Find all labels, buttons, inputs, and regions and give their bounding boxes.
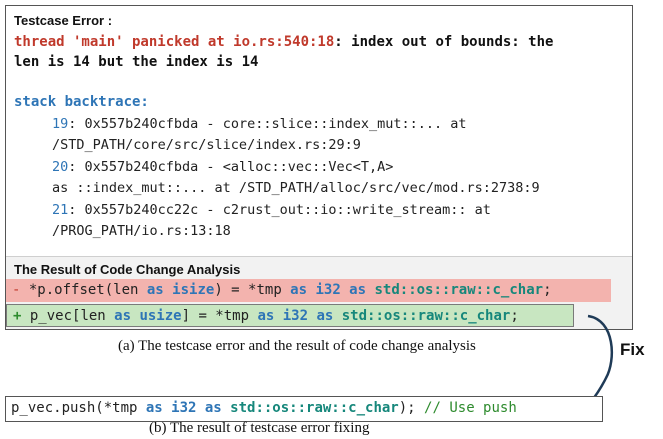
code-token: );	[398, 400, 425, 416]
code-token: p_vec[len	[21, 308, 115, 324]
type-token: usize	[131, 308, 182, 324]
keyword-token: as	[196, 400, 222, 416]
panel-testcase-error: Testcase Error : thread 'main' panicked …	[5, 5, 633, 330]
error-heading: Testcase Error :	[14, 13, 113, 28]
code-token: ] = *tmp	[181, 308, 258, 324]
panic-message-line1: thread 'main' panicked at io.rs:540:18: …	[14, 34, 553, 50]
type-token: i32	[274, 308, 309, 324]
code-token: ;	[510, 308, 519, 324]
backtrace-title: stack backtrace:	[14, 94, 149, 110]
caption-b: (b) The result of testcase error fixing	[149, 420, 370, 436]
caption-a: (a) The testcase error and the result of…	[118, 338, 476, 354]
keyword-token: as	[340, 282, 367, 298]
fix-label: Fix	[620, 340, 645, 359]
type-token: std::os::raw::c_char	[333, 308, 511, 324]
code-token: ) = *tmp	[214, 282, 291, 298]
backtrace-frame: 19: 0x557b240cfbda - core::slice::index_…	[52, 116, 467, 132]
keyword-token: as	[308, 308, 334, 324]
type-token: std::os::raw::c_char	[366, 282, 544, 298]
error-section: Testcase Error : thread 'main' panicked …	[6, 6, 632, 256]
removed-line: - *p.offset(len as isize) = *tmp as i32 …	[6, 279, 611, 302]
code-token: p_vec.push(*tmp	[11, 400, 146, 416]
backtrace-frame: 20: 0x557b240cfbda - <alloc::vec::Vec<T,…	[52, 159, 393, 175]
frame-text: : 0x557b240cc22c - c2rust_out::io::write…	[68, 202, 491, 218]
panic-message-line2: len is 14 but the index is 14	[14, 54, 259, 70]
code-comment: // Use push	[424, 400, 517, 416]
type-token: i32	[307, 282, 341, 298]
keyword-token: as	[145, 400, 163, 416]
frame-text: : 0x557b240cfbda - core::slice::index_mu…	[68, 116, 467, 132]
added-line: + p_vec[len as usize] = *tmp as i32 as s…	[6, 304, 574, 327]
keyword-token: as	[114, 308, 132, 324]
panic-message-rest: : index out of bounds: the	[334, 34, 554, 50]
analysis-heading: The Result of Code Change Analysis	[14, 262, 241, 277]
backtrace-frame-path: as ::index_mut::... at /STD_PATH/alloc/s…	[52, 180, 540, 196]
panel-fixed-code: p_vec.push(*tmp as i32 as std::os::raw::…	[5, 396, 603, 422]
type-token: i32	[162, 400, 197, 416]
panic-location: thread 'main' panicked at io.rs:540:18	[14, 34, 335, 50]
frame-number: 21	[52, 202, 69, 218]
backtrace-frame-path: /PROG_PATH/io.rs:13:18	[52, 223, 231, 239]
code-token: *p.offset(len	[20, 282, 147, 298]
backtrace-frame: 21: 0x557b240cc22c - c2rust_out::io::wri…	[52, 202, 491, 218]
keyword-token: as	[146, 282, 164, 298]
frame-number: 20	[52, 159, 69, 175]
frame-number: 19	[52, 116, 69, 132]
keyword-token: as	[290, 282, 308, 298]
code-token: ;	[543, 282, 552, 298]
backtrace-frame-path: /STD_PATH/core/src/slice/index.rs:29:9	[52, 137, 361, 153]
keyword-token: as	[257, 308, 275, 324]
frame-text: : 0x557b240cfbda - <alloc::vec::Vec<T,A>	[68, 159, 394, 175]
type-token: isize	[163, 282, 215, 298]
type-token: std::os::raw::c_char	[221, 400, 399, 416]
